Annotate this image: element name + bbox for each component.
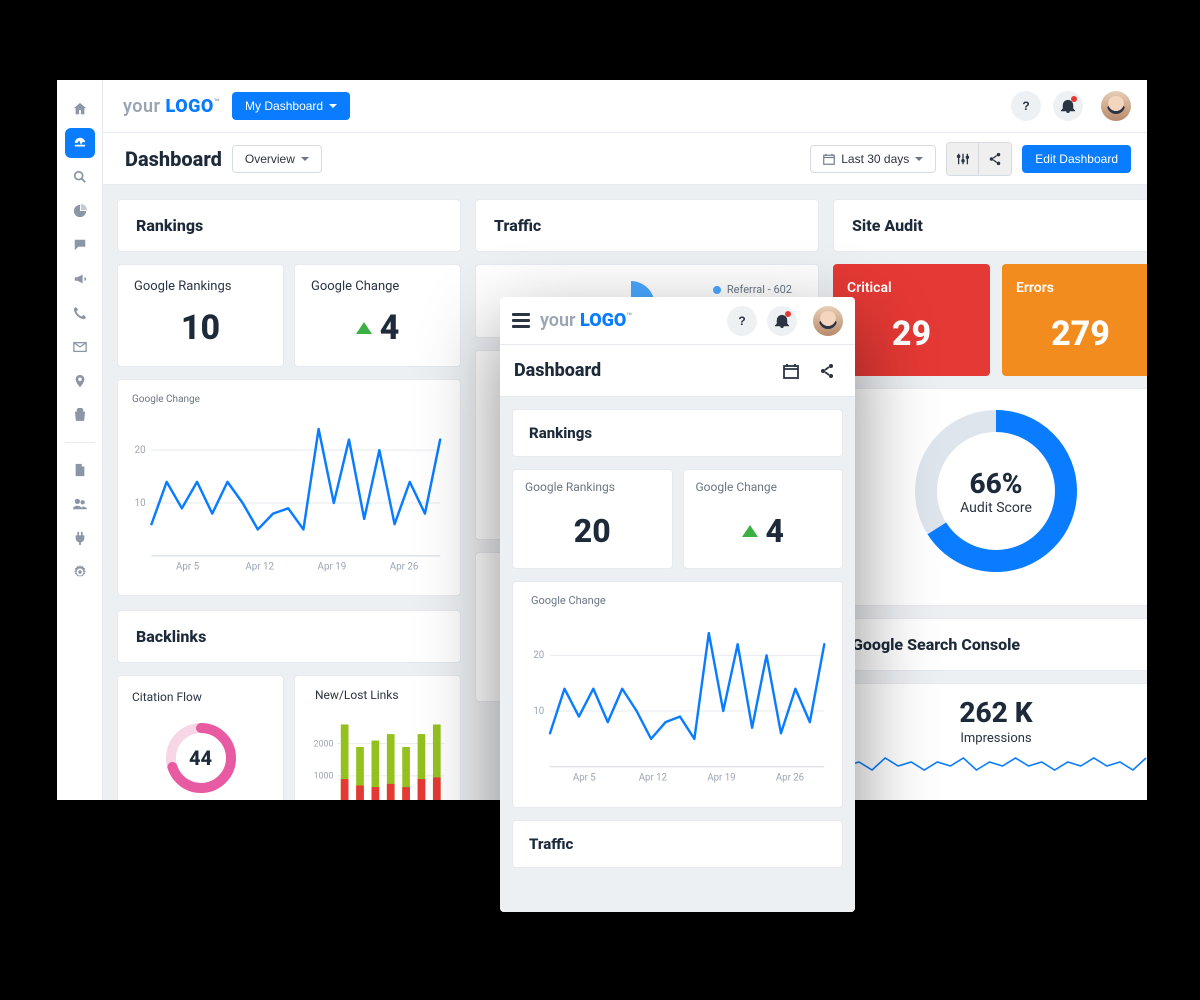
sidebar-item-users[interactable] bbox=[65, 489, 95, 519]
mobile-google-change-line-chart: 10 20 Apr 5 Apr 12 Apr 19 Apr 26 bbox=[523, 613, 832, 793]
overview-dropdown[interactable]: Overview bbox=[232, 145, 322, 173]
svg-text:Apr 12: Apr 12 bbox=[245, 562, 274, 573]
toolbar: Dashboard Overview Last 30 days bbox=[103, 133, 1147, 185]
svg-text:10: 10 bbox=[533, 706, 544, 717]
help-icon: ? bbox=[1022, 99, 1029, 113]
mobile-rankings-header: Rankings bbox=[512, 409, 843, 457]
sidebar-item-megaphone[interactable] bbox=[65, 264, 95, 294]
svg-text:Apr 5: Apr 5 bbox=[176, 562, 200, 573]
up-arrow-icon bbox=[742, 525, 758, 537]
sidebar-item-home[interactable] bbox=[65, 94, 95, 124]
sidebar-item-dashboard[interactable] bbox=[65, 128, 95, 158]
sidebar-item-integrations[interactable] bbox=[65, 523, 95, 553]
audit-score-gauge: 66% Audit Score bbox=[906, 401, 1086, 581]
edit-dashboard-button[interactable]: Edit Dashboard bbox=[1022, 145, 1131, 173]
google-change-chart[interactable]: Google Change 1020Apr 5Apr 12Apr 19Apr 2… bbox=[117, 379, 461, 596]
svg-text:Apr 26: Apr 26 bbox=[390, 562, 419, 573]
up-arrow-icon bbox=[356, 322, 372, 334]
audit-score-card[interactable]: 66% Audit Score bbox=[833, 388, 1147, 606]
share-button[interactable] bbox=[979, 143, 1011, 175]
help-button[interactable]: ? bbox=[1011, 91, 1041, 121]
sidebar-item-phone[interactable] bbox=[65, 298, 95, 328]
filter-button[interactable] bbox=[947, 143, 979, 175]
mobile-share-button[interactable] bbox=[813, 357, 841, 385]
calendar-icon bbox=[823, 153, 835, 165]
sidebar-item-location[interactable] bbox=[65, 366, 95, 396]
mobile-avatar[interactable] bbox=[813, 306, 843, 336]
sidebar-item-shop[interactable] bbox=[65, 400, 95, 430]
gsc-impressions-card[interactable]: 262 K Impressions bbox=[833, 683, 1147, 800]
svg-text:1000: 1000 bbox=[314, 771, 334, 781]
mobile-help-button[interactable]: ? bbox=[727, 306, 757, 336]
topbar: your LOGO™ My Dashboard ? bbox=[103, 80, 1147, 133]
sidebar-item-settings[interactable] bbox=[65, 557, 95, 587]
mobile-body: Rankings Google Rankings 20 Google Chang… bbox=[500, 397, 855, 912]
mobile-page-title: Dashboard bbox=[514, 360, 769, 381]
mobile-notifications-button[interactable] bbox=[767, 306, 797, 336]
svg-text:Apr 19: Apr 19 bbox=[318, 562, 347, 573]
critical-tile[interactable]: Critical 29 bbox=[833, 264, 990, 376]
card-header-backlinks: Backlinks bbox=[117, 610, 461, 663]
toolbar-icon-group bbox=[946, 142, 1012, 176]
my-dashboard-button[interactable]: My Dashboard bbox=[232, 92, 350, 120]
avatar[interactable] bbox=[1101, 91, 1131, 121]
google-change-line-chart: 10 20 Apr 5 Apr 12 Apr 19 Apr 26 bbox=[124, 411, 448, 581]
google-change-card[interactable]: Google Change 4 bbox=[294, 264, 461, 367]
citation-flow-gauge: 44 bbox=[161, 718, 241, 798]
sidebar-item-file[interactable] bbox=[65, 455, 95, 485]
mobile-google-rankings-card[interactable]: Google Rankings 20 bbox=[512, 469, 673, 569]
svg-text:20: 20 bbox=[533, 650, 544, 661]
svg-text:20: 20 bbox=[135, 445, 146, 456]
sidebar-separator bbox=[65, 442, 95, 443]
traffic-legend: Referral - 602 bbox=[713, 283, 792, 296]
sidebar bbox=[57, 80, 103, 800]
mobile-google-change-chart[interactable]: Google Change 1020Apr 5Apr 12Apr 19Apr 2… bbox=[512, 581, 843, 808]
google-rankings-card[interactable]: Google Rankings 10 bbox=[117, 264, 284, 367]
errors-tile[interactable]: Errors 279 bbox=[1002, 264, 1147, 376]
mobile-brand-logo: your LOGO™ bbox=[540, 310, 632, 331]
sidebar-item-mail[interactable] bbox=[65, 332, 95, 362]
mobile-calendar-button[interactable] bbox=[777, 357, 805, 385]
calendar-icon bbox=[783, 363, 799, 379]
svg-text:2000: 2000 bbox=[314, 739, 334, 749]
svg-text:Apr 12: Apr 12 bbox=[639, 772, 668, 783]
svg-text:Apr 26: Apr 26 bbox=[776, 772, 804, 783]
citation-flow-card[interactable]: Citation Flow 44 bbox=[117, 675, 284, 800]
audit-column: Site Audit Critical 29 Errors 279 bbox=[833, 199, 1147, 800]
bell-icon bbox=[775, 314, 789, 328]
page-title: Dashboard bbox=[125, 147, 222, 171]
card-header-rankings: Rankings bbox=[117, 199, 461, 252]
card-header-gsc: Google Search Console bbox=[833, 618, 1147, 671]
share-icon bbox=[988, 152, 1002, 166]
gsc-sparkline bbox=[844, 746, 1147, 786]
mobile-titlebar: Dashboard bbox=[500, 345, 855, 397]
sliders-icon bbox=[956, 152, 970, 166]
rankings-column: Rankings Google Rankings 10 Google Chang… bbox=[117, 199, 461, 800]
new-lost-links-chart: 1000 2000 bbox=[307, 708, 448, 800]
notifications-button[interactable] bbox=[1053, 91, 1083, 121]
hamburger-button[interactable] bbox=[512, 313, 530, 328]
sidebar-item-comments[interactable] bbox=[65, 230, 95, 260]
sidebar-item-search[interactable] bbox=[65, 162, 95, 192]
sidebar-item-analytics[interactable] bbox=[65, 196, 95, 226]
mobile-traffic-header: Traffic bbox=[512, 820, 843, 868]
new-lost-links-card[interactable]: New/Lost Links 10002000 bbox=[294, 675, 461, 800]
card-header-traffic: Traffic bbox=[475, 199, 819, 252]
mobile-window: your LOGO™ ? Dashboard Rankings bbox=[500, 297, 855, 912]
share-icon bbox=[819, 363, 835, 379]
mobile-google-change-card[interactable]: Google Change 4 bbox=[683, 469, 844, 569]
brand-logo: your LOGO™ bbox=[123, 96, 220, 117]
svg-text:Apr 19: Apr 19 bbox=[707, 772, 735, 783]
card-header-audit: Site Audit bbox=[833, 199, 1147, 252]
svg-text:10: 10 bbox=[135, 498, 146, 509]
svg-text:Apr 5: Apr 5 bbox=[573, 772, 596, 783]
date-range-dropdown[interactable]: Last 30 days bbox=[810, 145, 936, 173]
bell-icon bbox=[1061, 99, 1075, 113]
mobile-topbar: your LOGO™ ? bbox=[500, 297, 855, 345]
